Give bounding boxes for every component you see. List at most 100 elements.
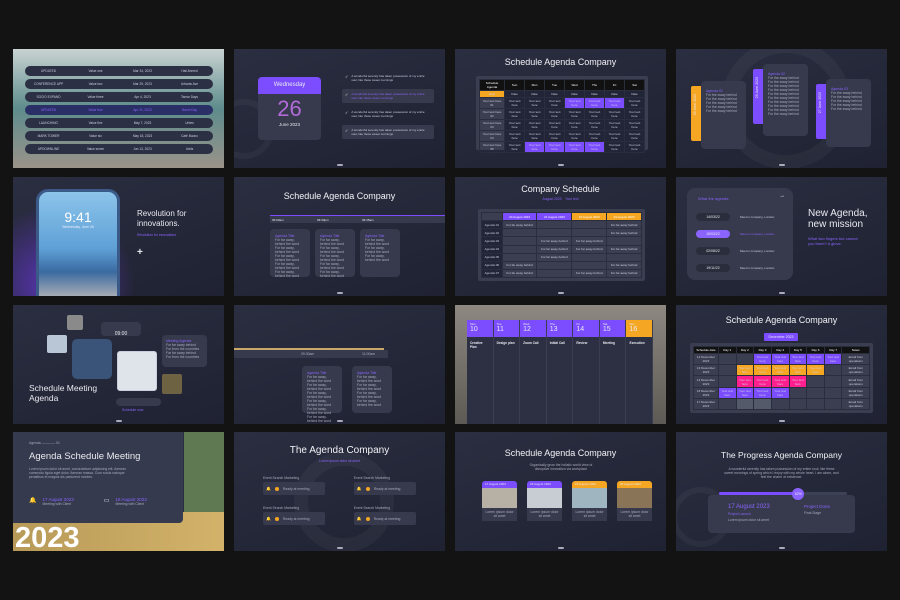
card-item: For far away, behind the word xyxy=(275,270,300,278)
day-header[interactable]: Tue 11 xyxy=(493,320,520,337)
day-event[interactable]: Execution xyxy=(626,337,652,362)
day-event[interactable]: Creative Plan xyxy=(467,337,493,362)
table-row: 12 December 2023 Your text here Your text … xyxy=(693,353,870,366)
day-header[interactable]: Wed 12 xyxy=(520,320,546,337)
card-title: What the agenda xyxy=(698,196,729,201)
schedule-now-button[interactable]: Schedule now xyxy=(116,398,161,412)
event-card[interactable]: 19 August 2023 Lorem ipsum dolor sit amet xyxy=(572,481,607,521)
event-title: Initial Call xyxy=(549,341,565,345)
slide-thumbnail-8[interactable]: What the agenda → 14/03/22 Meet in compan… xyxy=(676,177,887,296)
event-card[interactable]: 18 August 2023 Lorem ipsum dolor sit amet xyxy=(527,481,562,521)
slide-thumbnail-7[interactable]: Company Schedule August 2023 Your text 2… xyxy=(455,177,666,296)
progress-fill xyxy=(719,492,799,495)
slide-thumbnail-6[interactable]: Schedule Agenda Company 09:00am 09:30pm 09… xyxy=(234,177,445,296)
table-cell: LAUNCHING xyxy=(39,121,58,125)
slide-thumbnail-4[interactable]: 25 June 2023 Agenda 01 For the away behind… xyxy=(676,49,887,168)
table-cell xyxy=(571,252,608,262)
slide-thumbnail-16[interactable]: The Progress Agenda Company A wonderful … xyxy=(676,432,887,551)
table-cell xyxy=(717,397,737,411)
column-header: Schedule Agenda xyxy=(478,79,506,91)
event-card[interactable]: 🔔 Ready at meeting xyxy=(262,482,325,495)
arrow-right-icon[interactable]: → xyxy=(779,193,785,199)
day-header[interactable]: Sat 15 xyxy=(599,320,626,337)
table-row[interactable]: UPDATED Value one Mar 24, 2023 Hall Ahmed xyxy=(25,66,213,76)
slide-thumbnail-12[interactable]: The Agenda Company Lorem ipsum dolor sit… xyxy=(234,432,445,551)
event: ▭ 18 August 2023 Meeting with Client xyxy=(104,497,147,506)
table-cell: Date xyxy=(504,90,526,98)
slide-thumbnail-9[interactable]: 09:00 Meeting Agenda For far away behind… xyxy=(13,305,224,424)
table-cell: Value four xyxy=(88,108,103,112)
day-event[interactable]: Review xyxy=(573,337,599,362)
day-event[interactable]: Initial Call xyxy=(547,337,573,362)
day-header[interactable]: Fri 14 xyxy=(573,320,599,337)
agenda-row[interactable]: 15/03/22 Meet in company, London xyxy=(696,225,788,242)
slide-thumbnail-10[interactable]: 09:30am 11:00am Agenda Title For far away… xyxy=(234,305,445,424)
subtitle: Lorem ipsum dolor sit amet xyxy=(319,459,360,463)
table-row[interactable]: UPDATED Value four Apr 21, 2023 Name Day xyxy=(25,105,213,115)
table-cell: Your text here xyxy=(584,141,606,153)
day-event[interactable]: Zoom Call xyxy=(520,337,546,362)
slide-thumbnail-5[interactable]: 9:41 Wednesday, June 26 Revolution for i… xyxy=(13,177,224,296)
table-row[interactable]: UPDOWNLINE Value seven Jun 13, 2023 Urbis xyxy=(25,144,213,154)
table-cell: Your text here xyxy=(564,119,586,131)
agenda-row[interactable]: 14/03/22 Meet in company, London xyxy=(696,208,788,225)
month-badge: December 2023 xyxy=(764,333,798,341)
slide-thumbnail-14[interactable]: Schedule Agenda Company December 2023 Sc… xyxy=(676,305,887,424)
progress-knob[interactable]: 62% xyxy=(792,487,805,500)
event-card[interactable]: 🔔 Ready at meeting xyxy=(353,512,416,525)
agenda-row[interactable]: 19/11/22 Meet in company, London xyxy=(696,259,788,276)
slide-thumbnail-11[interactable]: Agenda ———— 01 Agenda Schedule Meeting L… xyxy=(13,432,224,551)
table-cell: Date xyxy=(604,90,625,98)
table-cell: Your text here xyxy=(524,108,546,120)
event-card[interactable]: 17 August 2023 Lorem ipsum dolor sit amet xyxy=(482,481,517,521)
day-header[interactable]: Thu 13 xyxy=(546,320,573,337)
week-calendar: Mon 10 Creative Plan Tue 11 Design plan Wed 12 Z… xyxy=(467,320,654,424)
table-cell: For far away behind xyxy=(606,260,642,270)
agenda-row[interactable]: 02/08/22 Meet in company, London xyxy=(696,242,788,259)
day-header[interactable]: Mon 10 xyxy=(467,320,493,337)
column-header: Day 2 xyxy=(735,345,755,355)
slide-thumbnail-1[interactable]: UPDATED Value one Mar 24, 2023 Hall Ahmed CO… xyxy=(13,49,224,168)
table-row: Agenda 02 For far away behind xyxy=(481,228,642,238)
time-label: 09:30pm xyxy=(317,218,329,222)
notes-cell: Email from operations xyxy=(841,397,870,411)
slide-thumbnail-13[interactable]: Mon 10 Creative Plan Tue 11 Design plan Wed 12 Z… xyxy=(455,305,666,424)
table-row[interactable]: LAUNCHING Value five May 7, 2023 Urbes xyxy=(25,118,213,128)
body-text: Lorem ipsum dolor sit amet, consectetuer… xyxy=(29,467,126,479)
date-pill: 19/11/22 xyxy=(696,263,730,272)
event-card[interactable]: 🔔 Ready at meeting xyxy=(262,512,325,525)
table-cell: May 18, 2023 xyxy=(132,134,153,138)
day-header[interactable]: Sun 16 xyxy=(626,320,653,337)
plus-button[interactable]: + xyxy=(137,247,143,258)
table-row[interactable]: SOCIO EXPAND Value three Apr 4, 2023 Tamar … xyxy=(25,92,213,102)
day-event[interactable]: Meeting xyxy=(600,337,626,362)
date-tab: 25 June 2023 xyxy=(691,86,701,141)
table-cell: Jun 13, 2023 xyxy=(133,147,152,151)
photo xyxy=(47,335,67,353)
agenda-desc: Meet in company, London xyxy=(740,214,775,219)
table-cell: For far away behind xyxy=(501,220,538,230)
slide-thumbnail-3[interactable]: Schedule Agenda Company Schedule Agenda S… xyxy=(455,49,666,168)
card-item: For far away, behind the word xyxy=(307,375,332,383)
column-header: Fri xyxy=(604,79,625,91)
row-label: Your text here 05 xyxy=(478,141,506,153)
event-card[interactable]: 🔔 Ready at meeting xyxy=(353,482,416,495)
card-date: 19 August 2023 xyxy=(572,481,607,488)
row-label: 14 December 2023 xyxy=(693,375,719,388)
table-cell: Value five xyxy=(88,121,103,125)
row-label: Agenda 02 xyxy=(481,228,503,238)
slide-thumbnail-15[interactable]: Schedule Agenda Company Organically grow… xyxy=(455,432,666,551)
slide-thumbnail-2[interactable]: Wednesday 26 June 2023 ✓ A wonderful sere… xyxy=(234,49,445,168)
table-cell: Your text here xyxy=(584,108,606,120)
table-cell: Your text here xyxy=(717,386,737,399)
agenda-card: Agenda Title For far away, behind the wor… xyxy=(360,229,400,277)
table-row[interactable]: MARK TOWER Value six May 18, 2023 Café Buon… xyxy=(25,131,213,141)
table-row[interactable]: CONFERENCE APP Value two Mar 29, 2023 Urban… xyxy=(25,79,213,89)
subtitle: A wonderful serenity has taken possessio… xyxy=(724,467,839,479)
day-event[interactable]: Design plan xyxy=(494,337,520,362)
table-cell: Your text here xyxy=(544,119,566,131)
table-cell: Your text here xyxy=(504,108,526,120)
table-cell xyxy=(606,252,642,262)
event-card[interactable]: 20 August 2023 Lorem ipsum dolor sit amet xyxy=(617,481,652,521)
table-cell: For far away behind xyxy=(536,244,573,254)
